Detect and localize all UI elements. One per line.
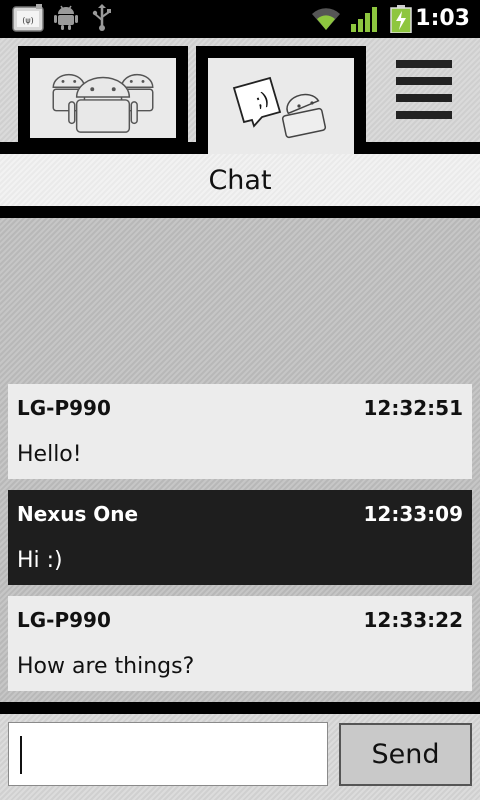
message-time: 12:33:09: [363, 502, 464, 526]
android-debug-icon: [54, 5, 78, 30]
chat-bubble-android-icon: ;): [232, 76, 327, 139]
message-text: Hello!: [17, 442, 82, 467]
usb-icon: [92, 4, 111, 31]
message-sender: LG-P990: [17, 396, 111, 420]
tab-groups[interactable]: [18, 46, 188, 148]
menu-button[interactable]: [396, 60, 452, 120]
wireless-notification-icon: (ψ): [12, 4, 44, 32]
message-sender: Nexus One: [17, 502, 139, 526]
tab-bar: ;): [0, 38, 480, 158]
signal-icon: [351, 7, 377, 32]
message-time: 12:32:51: [363, 396, 464, 420]
status-bar: (ψ) 1:03: [0, 0, 480, 38]
message-input[interactable]: [8, 722, 328, 786]
send-button[interactable]: Send: [339, 723, 472, 786]
composer: Send: [0, 714, 480, 800]
message-time: 12:33:22: [363, 608, 464, 632]
text-caret: [20, 736, 22, 774]
title-divider: [0, 206, 480, 218]
tab-groups-panel[interactable]: [30, 58, 176, 138]
tab-chat[interactable]: ;): [196, 46, 366, 158]
composer-divider: [0, 702, 480, 714]
chat-list[interactable]: LG-P990 12:32:51 Hello! Nexus One 12:33:…: [0, 218, 480, 702]
wifi-icon: [312, 8, 340, 30]
tab-chat-panel[interactable]: ;): [208, 58, 354, 158]
android-group-icon: [52, 73, 154, 133]
message-text: Hi :): [17, 548, 63, 573]
title-bar: Chat: [0, 154, 480, 206]
chat-message: LG-P990 12:33:22 How are things?: [8, 596, 472, 691]
svg-text:(ψ): (ψ): [22, 16, 34, 25]
chat-message: LG-P990 12:32:51 Hello!: [8, 384, 472, 479]
message-text: How are things?: [17, 654, 195, 679]
chat-message: Nexus One 12:33:09 Hi :): [8, 490, 472, 585]
clock: 1:03: [415, 6, 470, 31]
battery-charging-icon: [390, 5, 412, 33]
message-sender: LG-P990: [17, 608, 111, 632]
page-title: Chat: [208, 164, 272, 196]
